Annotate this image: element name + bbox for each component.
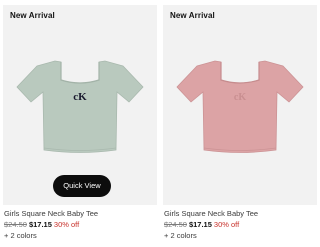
new-arrival-badge: New Arrival xyxy=(170,11,215,20)
product-grid: New Arrival cK Quick View Girls Square N… xyxy=(0,0,320,247)
product-card[interactable]: New Arrival cK Girls Square Neck Baby Te… xyxy=(163,0,317,247)
logo-icon: cK xyxy=(73,91,87,103)
tee-neckline xyxy=(220,62,260,84)
price-row: $24.50 $17.15 30% off xyxy=(4,220,79,229)
original-price: $24.50 xyxy=(164,220,187,229)
color-count[interactable]: + 2 colors xyxy=(164,231,197,240)
color-count[interactable]: + 2 colors xyxy=(4,231,37,240)
tee-neckline xyxy=(60,62,100,84)
product-image[interactable]: cK xyxy=(13,47,147,163)
logo-icon: cK xyxy=(234,92,246,103)
quick-view-button[interactable]: Quick View xyxy=(53,175,111,197)
discount-label: 30% off xyxy=(53,220,80,229)
discount-label: 30% off xyxy=(213,220,240,229)
product-card[interactable]: New Arrival cK Quick View Girls Square N… xyxy=(3,0,157,247)
price-row: $24.50 $17.15 30% off xyxy=(164,220,239,229)
tee-body xyxy=(16,60,144,153)
original-price: $24.50 xyxy=(4,220,27,229)
product-image-area[interactable]: New Arrival cK xyxy=(163,5,317,205)
product-image[interactable]: cK xyxy=(173,47,307,163)
sale-price: $17.15 xyxy=(188,220,212,229)
product-image-area[interactable]: New Arrival cK Quick View xyxy=(3,5,157,205)
sale-price: $17.15 xyxy=(28,220,52,229)
product-name[interactable]: Girls Square Neck Baby Tee xyxy=(4,209,98,218)
new-arrival-badge: New Arrival xyxy=(10,11,55,20)
product-name[interactable]: Girls Square Neck Baby Tee xyxy=(164,209,258,218)
tee-body xyxy=(176,60,304,153)
